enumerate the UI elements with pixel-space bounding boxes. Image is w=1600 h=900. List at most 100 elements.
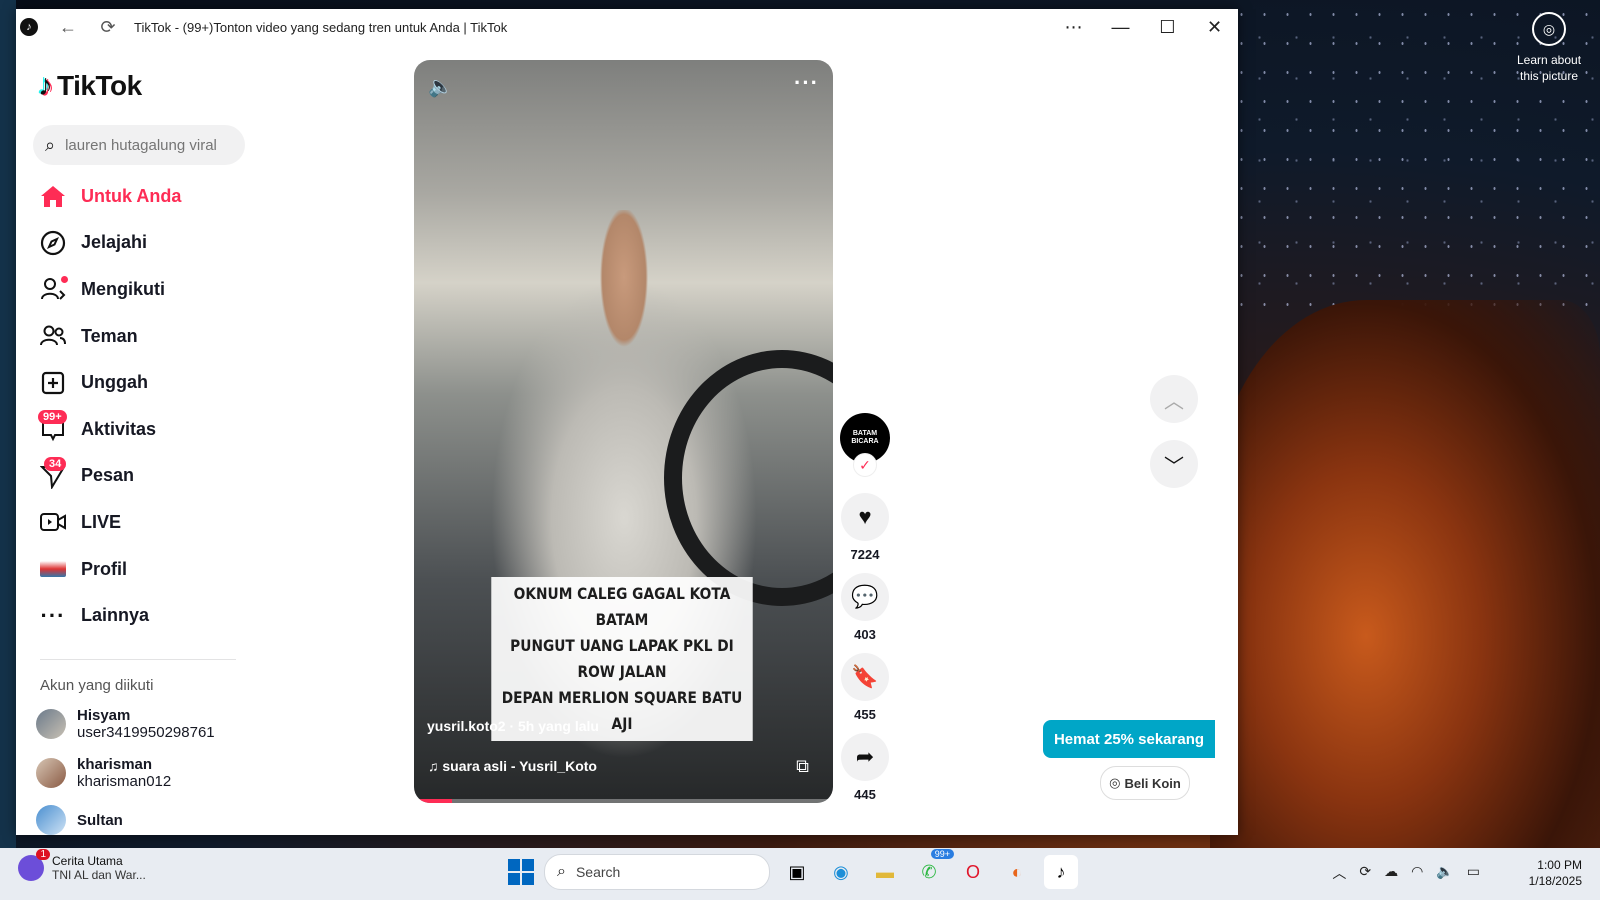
video-progress-bar[interactable] — [414, 799, 833, 803]
buy-coins-label: Beli Koin — [1124, 775, 1181, 791]
previous-video-button[interactable]: ︿ — [1150, 375, 1198, 423]
search-icon: ⌕ — [557, 863, 566, 880]
volume-icon[interactable]: 🔈 — [1436, 863, 1453, 883]
wifi-icon[interactable]: ◠ — [1411, 863, 1423, 883]
nav-label: LIVE — [81, 511, 122, 532]
tiktok-logo[interactable]: ♪ TikTok — [38, 69, 142, 103]
like-button[interactable]: ♥ — [841, 493, 889, 541]
video-music[interactable]: ♫ suara asli - Yusril_Koto — [428, 758, 597, 774]
more-options-icon[interactable]: ⋯ — [1050, 9, 1097, 45]
message-badge: 34 — [44, 456, 67, 471]
profile-avatar — [40, 556, 66, 582]
task-view-icon[interactable]: ▣ — [780, 855, 814, 889]
sidebar-item-jelajahi[interactable]: Jelajahi — [16, 220, 256, 267]
news-widget[interactable]: 1 Cerita Utama TNI AL dan War... — [18, 849, 146, 882]
sidebar-item-lainnya[interactable]: ··· Lainnya — [16, 592, 256, 639]
news-icon: 1 — [18, 849, 50, 881]
account-username: kharisman012 — [77, 773, 172, 790]
sidebar-item-live[interactable]: LIVE — [16, 499, 256, 546]
followed-account[interactable]: Sultan — [36, 805, 123, 835]
share-button[interactable]: ➦ — [841, 733, 889, 781]
follow-check-icon[interactable]: ✓ — [853, 453, 877, 477]
caption-line: OKNUM CALEG GAGAL KOTA BATAM — [513, 584, 731, 629]
nav-label: Jelajahi — [81, 232, 148, 253]
minimize-icon[interactable]: — — [1097, 9, 1144, 45]
video-caption: OKNUM CALEG GAGAL KOTA BATAM PUNGUT UANG… — [491, 577, 753, 741]
account-name: Sultan — [77, 811, 123, 829]
learn-about-picture[interactable]: ◎ Learn about this picture — [1502, 12, 1596, 84]
learn-line-1: Learn about — [1516, 53, 1582, 67]
sidebar-item-untuk-anda[interactable]: Untuk Anda — [16, 173, 256, 220]
search-icon: ⌕ — [45, 134, 56, 155]
live-icon — [40, 509, 66, 535]
account-name: Hisyam — [77, 707, 131, 724]
refresh-icon[interactable]: ⟳ — [92, 11, 124, 43]
copy-link-icon[interactable]: ⧉ — [796, 756, 809, 777]
sidebar-item-pesan[interactable]: 34 Pesan — [16, 453, 256, 500]
comment-button[interactable]: 💬 — [841, 573, 889, 621]
notification-dot — [61, 276, 68, 284]
next-video-button[interactable]: ﹀ — [1150, 440, 1198, 488]
whatsapp-badge: 99+ — [930, 849, 954, 859]
window-title: TikTok - (99+)Tonton video yang sedang t… — [134, 19, 508, 35]
share-icon: ➦ — [855, 744, 875, 769]
battery-icon[interactable]: ▭ — [1467, 863, 1480, 883]
save-button[interactable]: 🔖 — [841, 653, 889, 701]
like-count: 7224 — [850, 547, 880, 562]
save-count: 455 — [854, 707, 876, 722]
taskbar-search[interactable]: ⌕ Search — [544, 854, 770, 890]
followed-account[interactable]: kharisman kharisman012 — [36, 756, 171, 790]
close-icon[interactable]: ✕ — [1191, 9, 1238, 45]
share-count: 445 — [854, 787, 876, 802]
bookmark-icon: 🔖 — [851, 664, 879, 689]
promo-button[interactable]: Hemat 25% sekarang — [1043, 720, 1215, 758]
taskbar-search-label: Search — [575, 864, 621, 880]
cloud-icon[interactable]: ☁ — [1384, 863, 1398, 883]
desktop-left-strip — [0, 0, 16, 848]
video-more-icon[interactable]: ··· — [794, 70, 819, 96]
chevron-up-icon[interactable]: ︿ — [1332, 863, 1346, 883]
sidebar-item-mengikuti[interactable]: Mengikuti — [16, 266, 256, 313]
maximize-icon[interactable]: ☐ — [1144, 9, 1191, 45]
avatar — [36, 805, 66, 835]
following-icon — [40, 276, 68, 302]
search-input[interactable] — [63, 135, 228, 155]
friends-icon — [40, 323, 66, 349]
account-username: user3419950298761 — [77, 724, 215, 741]
search-box[interactable]: ⌕ — [33, 125, 245, 165]
edge-icon[interactable]: ◉ — [824, 855, 858, 889]
buy-coins-button[interactable]: ◎ Beli Koin — [1100, 766, 1190, 800]
avatar — [36, 709, 66, 739]
volume-icon[interactable]: 🔈 — [428, 74, 453, 99]
sidebar-item-aktivitas[interactable]: 99+ Aktivitas — [16, 406, 256, 453]
file-explorer-icon[interactable]: ▬ — [868, 855, 902, 889]
nav-label: Unggah — [81, 372, 148, 393]
sidebar-item-unggah[interactable]: Unggah — [16, 359, 256, 406]
following-accounts-title: Akun yang diikuti — [40, 677, 154, 694]
browser-window: ♪ ← ⟳ TikTok - (99+)Tonton video yang se… — [16, 9, 1238, 835]
video-player[interactable]: 🔈 ··· OKNUM CALEG GAGAL KOTA BATAM PUNGU… — [414, 60, 833, 803]
tiktok-taskbar-icon[interactable]: ♪ — [1044, 855, 1078, 889]
windows-start-icon[interactable] — [508, 859, 534, 885]
comment-count: 403 — [854, 627, 876, 642]
upload-icon — [40, 370, 66, 396]
comment-icon: 💬 — [851, 584, 879, 609]
taskbar: 1 Cerita Utama TNI AL dan War... ⌕ Searc… — [0, 848, 1600, 900]
taskbar-center: ⌕ Search ▣ ◉ ▬ ✆ 99+ O ◐ ♪ — [508, 849, 1078, 890]
video-author[interactable]: yusril.koto2 · 5h yang lalu — [427, 718, 599, 734]
firefox-icon[interactable]: ◐ — [1000, 855, 1034, 889]
sidebar-item-teman[interactable]: Teman — [16, 313, 256, 360]
followed-account[interactable]: Hisyam user3419950298761 — [36, 707, 215, 741]
whatsapp-icon[interactable]: ✆ 99+ — [912, 849, 954, 889]
sidebar-item-profil[interactable]: Profil — [16, 546, 256, 593]
video-progress-fill — [414, 799, 452, 803]
nav-label: Pesan — [81, 465, 135, 486]
sync-icon[interactable]: ⟳ — [1359, 863, 1371, 883]
back-icon[interactable]: ← — [52, 11, 84, 43]
opera-icon[interactable]: O — [956, 855, 990, 889]
nav-label: Teman — [81, 325, 138, 346]
account-name: kharisman — [77, 756, 153, 773]
clock[interactable]: 1:00 PM 1/18/2025 — [1529, 857, 1582, 889]
learn-line-2: this picture — [1519, 69, 1579, 83]
nav-label: Mengikuti — [81, 278, 165, 299]
